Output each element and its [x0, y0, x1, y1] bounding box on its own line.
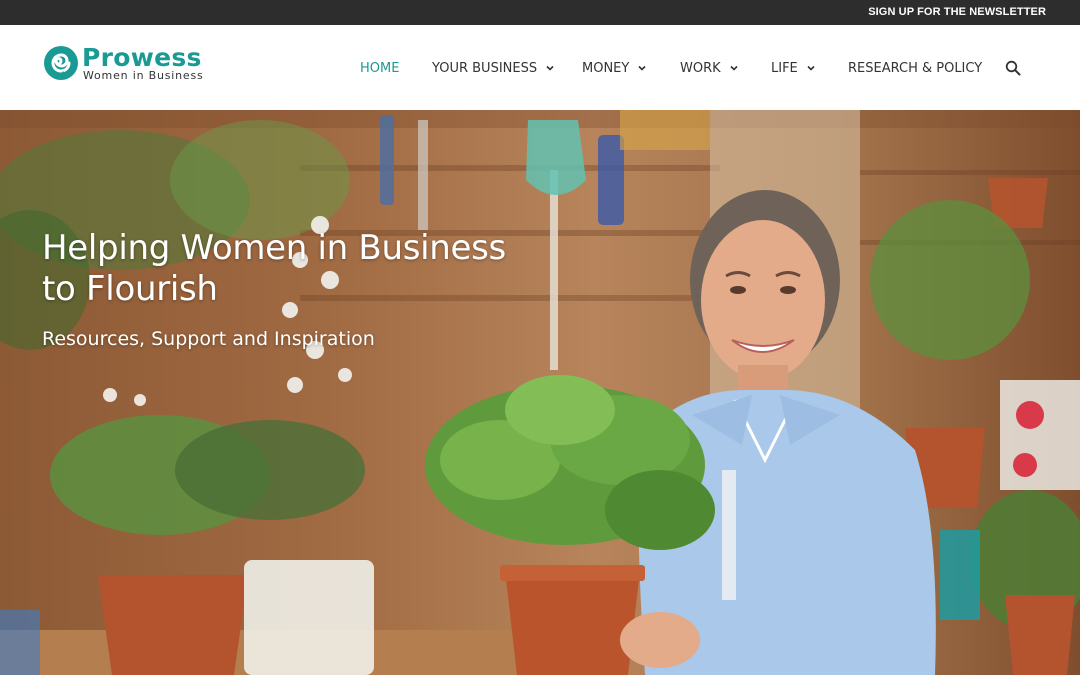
- nav-item-life[interactable]: LIFE: [771, 60, 816, 76]
- chevron-down-icon: [730, 65, 738, 71]
- nav-item-label: HOME: [360, 60, 400, 76]
- site-header: Prowess Women in Business HOME YOUR BUSI…: [0, 25, 1080, 110]
- nav-item-home[interactable]: HOME: [360, 60, 399, 76]
- chevron-down-icon: [638, 65, 646, 71]
- hero-title-line-2: to Flourish: [42, 269, 218, 309]
- nav-item-research-policy[interactable]: RESEARCH & POLICY: [848, 60, 982, 76]
- newsletter-signup-link[interactable]: SIGN UP FOR THE NEWSLETTER: [868, 0, 1046, 25]
- chevron-down-icon: [546, 65, 554, 71]
- nav-item-label: YOUR BUSINESS: [432, 60, 538, 76]
- hero-title: Helping Women in Business to Flourish: [42, 228, 562, 310]
- chevron-down-icon: [807, 65, 815, 71]
- nav-item-work[interactable]: WORK: [680, 60, 739, 76]
- main-navigation: HOME YOUR BUSINESS MONEY WORK LIFE RESEA…: [0, 25, 1080, 110]
- nav-item-money[interactable]: MONEY: [582, 60, 647, 76]
- hero-title-line-1: Helping Women in Business: [42, 228, 506, 268]
- top-bar: SIGN UP FOR THE NEWSLETTER: [0, 0, 1080, 25]
- nav-item-label: LIFE: [771, 60, 798, 76]
- nav-item-your-business[interactable]: YOUR BUSINESS: [432, 60, 555, 76]
- nav-item-label: WORK: [680, 60, 721, 76]
- hero-image: [0, 110, 1080, 675]
- hero-banner: Helping Women in Business to Flourish Re…: [0, 110, 1080, 675]
- nav-item-label: MONEY: [582, 60, 630, 76]
- search-icon[interactable]: [1005, 60, 1021, 76]
- hero-subtitle: Resources, Support and Inspiration: [42, 328, 375, 350]
- nav-item-label: RESEARCH & POLICY: [848, 60, 983, 76]
